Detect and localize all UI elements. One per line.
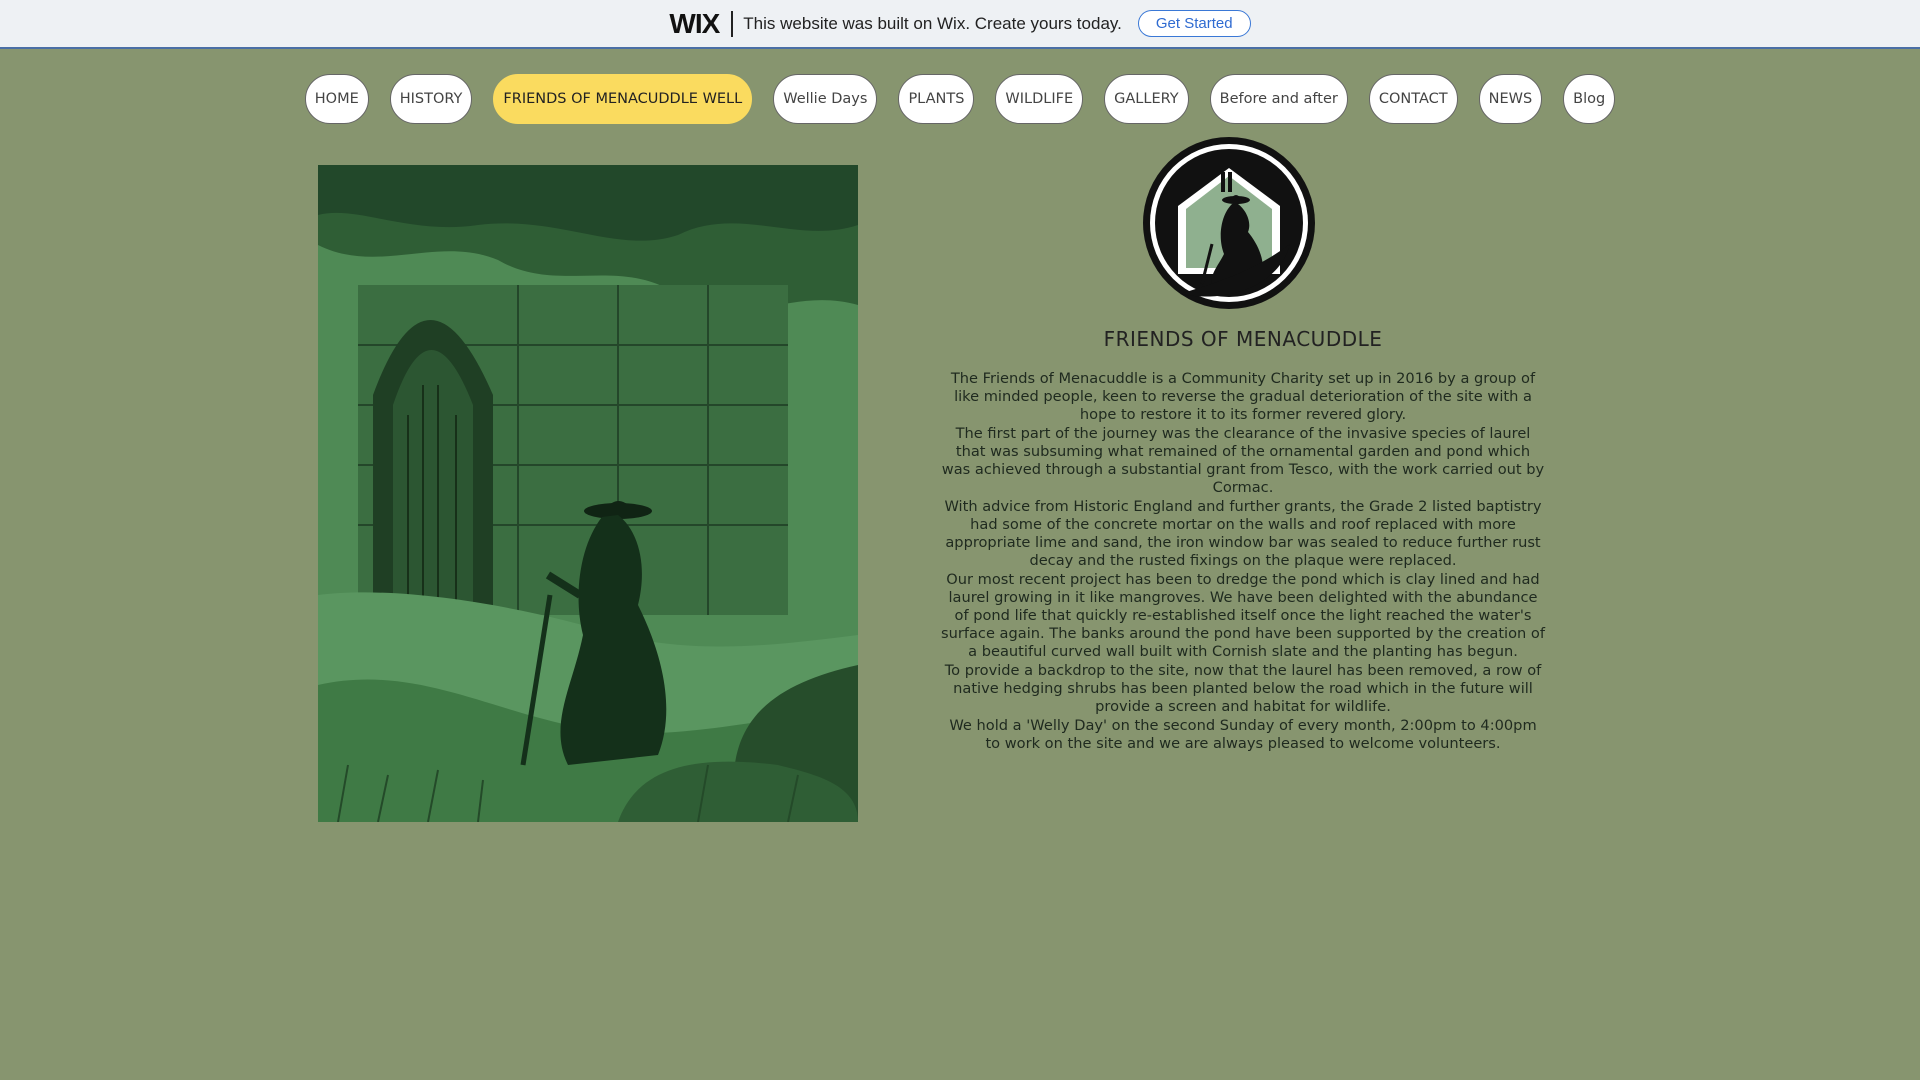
nav-item-friends-of-menacuddle-well[interactable]: FRIENDS OF MENACUDDLE WELL <box>493 74 753 124</box>
paragraph: Our most recent project has been to dred… <box>940 571 1545 660</box>
nav-item-before-and-after[interactable]: Before and after <box>1209 74 1348 124</box>
friends-logo <box>1140 134 1318 312</box>
wix-logo[interactable]: WIX <box>669 8 720 40</box>
banner-message: This website was built on Wix. Create yo… <box>743 13 1122 33</box>
about-text: The Friends of Menacuddle is a Community… <box>940 370 1546 754</box>
nav-item-news[interactable]: NEWS <box>1478 74 1543 124</box>
get-started-button[interactable]: Get Started <box>1137 10 1251 37</box>
nav-item-history[interactable]: HISTORY <box>389 74 473 124</box>
page-title: FRIENDS OF MENACUDDLE <box>1103 327 1383 351</box>
paragraph: The Friends of Menacuddle is a Community… <box>950 370 1536 423</box>
nav-item-contact[interactable]: CONTACT <box>1368 74 1458 124</box>
paragraph: To provide a backdrop to the site, now t… <box>944 662 1542 715</box>
nav-item-blog[interactable]: Blog <box>1563 74 1616 124</box>
nav-item-plants[interactable]: PLANTS <box>898 74 975 124</box>
nav-item-gallery[interactable]: GALLERY <box>1104 74 1189 124</box>
paragraph: The first part of the journey was the cl… <box>941 425 1545 496</box>
paragraph: With advice from Historic England and fu… <box>944 498 1542 569</box>
nav-item-wildlife[interactable]: WILDLIFE <box>995 74 1084 124</box>
paragraph: We hold a 'Welly Day' on the second Sund… <box>949 717 1537 752</box>
nav-item-wellie-days[interactable]: Wellie Days <box>773 74 878 124</box>
wix-banner: WIX This website was built on Wix. Creat… <box>0 0 1920 49</box>
banner-divider <box>731 10 734 37</box>
nav-item-home[interactable]: HOME <box>304 74 369 124</box>
well-illustration <box>318 165 858 822</box>
main-nav: HOME HISTORY FRIENDS OF MENACUDDLE WELL … <box>0 74 1920 124</box>
